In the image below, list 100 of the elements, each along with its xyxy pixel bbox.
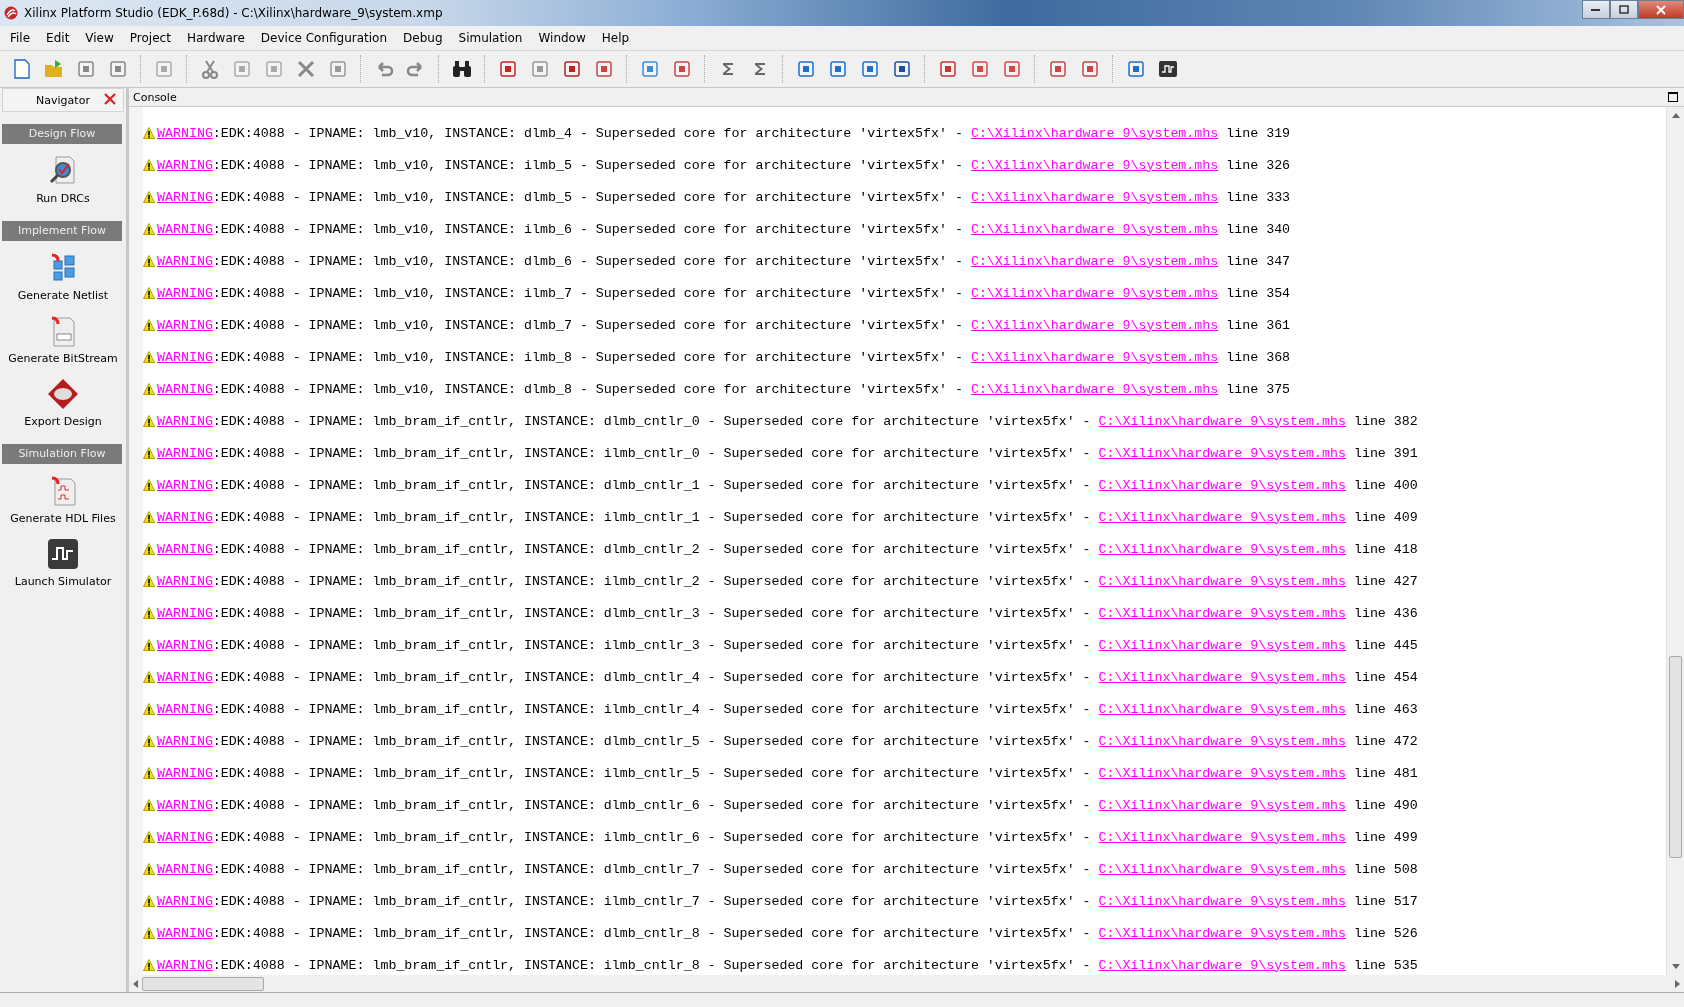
file-link[interactable]: C:\Xilinx\hardware_9\system.mhs [1098, 413, 1346, 429]
scroll-thumb[interactable] [1669, 656, 1682, 858]
warning-link[interactable]: WARNING [157, 317, 213, 333]
maximize-icon [1619, 5, 1629, 14]
warning-link[interactable]: WARNING [157, 669, 213, 685]
warning-link[interactable]: WARNING [157, 477, 213, 493]
file-link[interactable]: C:\Xilinx\hardware_9\system.mhs [1098, 477, 1346, 493]
navigator-item[interactable]: Run DRCs [0, 154, 126, 205]
warning-link[interactable]: WARNING [157, 125, 213, 141]
right-arrow-icon[interactable] [1675, 979, 1680, 988]
menu-item[interactable]: Debug [395, 31, 451, 45]
file-link[interactable]: C:\Xilinx\hardware_9\system.mhs [1098, 829, 1346, 845]
warning-link[interactable]: WARNING [157, 957, 213, 973]
warning-link[interactable]: WARNING [157, 509, 213, 525]
vertical-scrollbar[interactable] [1666, 107, 1684, 975]
menu-item[interactable]: Help [593, 31, 638, 45]
open-folder-icon [43, 58, 65, 80]
file-link[interactable]: C:\Xilinx\hardware_9\system.mhs [970, 381, 1219, 397]
warning-link[interactable]: WARNING [157, 445, 213, 461]
file-link[interactable]: C:\Xilinx\hardware_9\system.mhs [1098, 957, 1346, 973]
menu-item[interactable]: File [2, 31, 39, 45]
warning-link[interactable]: WARNING [157, 381, 213, 397]
file-link[interactable]: C:\Xilinx\hardware_9\system.mhs [1098, 797, 1346, 813]
file-link[interactable]: C:\Xilinx\hardware_9\system.mhs [1098, 861, 1346, 877]
file-link[interactable]: C:\Xilinx\hardware_9\system.mhs [970, 157, 1219, 173]
warning-icon [143, 383, 155, 395]
warning-link[interactable]: WARNING [157, 765, 213, 781]
console-message: WARNING:EDK:4088 - IPNAME: lmb_bram_if_cntlr, INSTANCE: dlmb_cntlr_0 - Superseded core for architecture 'virtex5fx' - C:\Xilinx\hardware_9\system.mhs line 382 [157, 413, 1418, 429]
file-link[interactable]: C:\Xilinx\hardware_9\system.mhs [970, 285, 1219, 301]
warning-link[interactable]: WARNING [157, 733, 213, 749]
file-link[interactable]: C:\Xilinx\hardware_9\system.mhs [970, 349, 1219, 365]
warning-link[interactable]: WARNING [157, 413, 213, 429]
warning-link[interactable]: WARNING [157, 797, 213, 813]
maximize-button[interactable] [1668, 92, 1678, 102]
file-link[interactable]: C:\Xilinx\hardware_9\system.mhs [1098, 445, 1346, 461]
file-link[interactable]: C:\Xilinx\hardware_9\system.mhs [1098, 509, 1346, 525]
file-link[interactable]: C:\Xilinx\hardware_9\system.mhs [1098, 701, 1346, 717]
file-link[interactable]: C:\Xilinx\hardware_9\system.mhs [1098, 925, 1346, 941]
menu-item[interactable]: Project [121, 31, 179, 45]
up-arrow-icon[interactable] [1671, 113, 1680, 118]
file-link[interactable]: C:\Xilinx\hardware_9\system.mhs [1098, 605, 1346, 621]
console-message: WARNING:EDK:4088 - IPNAME: lmb_v10, INSTANCE: ilmb_8 - Superseded core for architecture 'virtex5fx' - C:\Xilinx\hardware_9\system.mhs line 368 [157, 349, 1291, 365]
navigator-item[interactable]: Launch Simulator [0, 537, 126, 588]
console-message: WARNING:EDK:4088 - IPNAME: lmb_v10, INSTANCE: dlmb_8 - Superseded core for architecture 'virtex5fx' - C:\Xilinx\hardware_9\system.mhs line 375 [157, 381, 1291, 397]
console-message: WARNING:EDK:4088 - IPNAME: lmb_bram_if_cntlr, INSTANCE: dlmb_cntlr_8 - Superseded core for architecture 'virtex5fx' - C:\Xilinx\hardware_9\system.mhs line 526 [157, 925, 1418, 941]
file-link[interactable]: C:\Xilinx\hardware_9\system.mhs [970, 221, 1219, 237]
file-link[interactable]: C:\Xilinx\hardware_9\system.mhs [1098, 669, 1346, 685]
file-link[interactable]: C:\Xilinx\hardware_9\system.mhs [1098, 637, 1346, 653]
left-arrow-icon[interactable] [133, 979, 138, 988]
warning-icon [143, 767, 155, 779]
down-arrow-icon[interactable] [1671, 964, 1680, 969]
menu-item[interactable]: Simulation [450, 31, 531, 45]
warning-icon [143, 351, 155, 363]
warning-link[interactable]: WARNING [157, 253, 213, 269]
warning-link[interactable]: WARNING [157, 349, 213, 365]
navigator-item[interactable]: Generate HDL Files [0, 474, 126, 525]
warning-icon [143, 607, 155, 619]
menu-item[interactable]: View [77, 31, 122, 45]
warning-link[interactable]: WARNING [157, 221, 213, 237]
warning-link[interactable]: WARNING [157, 157, 213, 173]
file-link[interactable]: C:\Xilinx\hardware_9\system.mhs [1098, 573, 1346, 589]
warning-icon [143, 255, 155, 267]
warning-link[interactable]: WARNING [157, 925, 213, 941]
menu-item[interactable]: Window [530, 31, 594, 45]
menu-item[interactable]: Device Configuration [252, 31, 396, 45]
scroll-thumb[interactable] [142, 976, 264, 991]
warning-link[interactable]: WARNING [157, 861, 213, 877]
warning-link[interactable]: WARNING [157, 637, 213, 653]
warning-link[interactable]: WARNING [157, 605, 213, 621]
file-link[interactable]: C:\Xilinx\hardware_9\system.mhs [1098, 733, 1346, 749]
warning-link[interactable]: WARNING [157, 701, 213, 717]
warning-link[interactable]: WARNING [157, 829, 213, 845]
warning-icon [143, 927, 155, 939]
file-link[interactable]: C:\Xilinx\hardware_9\system.mhs [970, 125, 1219, 141]
warning-link[interactable]: WARNING [157, 285, 213, 301]
console-message: WARNING:EDK:4088 - IPNAME: lmb_bram_if_cntlr, INSTANCE: ilmb_cntlr_0 - Superseded core for architecture 'virtex5fx' - C:\Xilinx\hardware_9\system.mhs line 391 [157, 445, 1418, 461]
warning-link[interactable]: WARNING [157, 573, 213, 589]
console-message: WARNING:EDK:4088 - IPNAME: lmb_bram_if_cntlr, INSTANCE: ilmb_cntlr_3 - Superseded core for architecture 'virtex5fx' - C:\Xilinx\hardware_9\system.mhs line 445 [157, 637, 1418, 653]
menu-item[interactable]: Hardware [178, 31, 253, 45]
close-button[interactable] [1638, 0, 1684, 19]
warning-link[interactable]: WARNING [157, 541, 213, 557]
console-message: WARNING:EDK:4088 - IPNAME: lmb_v10, INSTANCE: ilmb_6 - Superseded core for architecture 'virtex5fx' - C:\Xilinx\hardware_9\system.mhs line 340 [157, 221, 1291, 237]
navigator-item[interactable]: Export Design [0, 377, 126, 428]
file-link[interactable]: C:\Xilinx\hardware_9\system.mhs [970, 317, 1219, 333]
warning-link[interactable]: WARNING [157, 189, 213, 205]
menu-item[interactable]: Edit [38, 31, 78, 45]
file-link[interactable]: C:\Xilinx\hardware_9\system.mhs [970, 189, 1219, 205]
file-link[interactable]: C:\Xilinx\hardware_9\system.mhs [1098, 893, 1346, 909]
navigator-item[interactable]: Generate Netlist [0, 251, 126, 302]
file-link[interactable]: C:\Xilinx\hardware_9\system.mhs [1098, 541, 1346, 557]
file-link[interactable]: C:\Xilinx\hardware_9\system.mhs [970, 253, 1219, 269]
minimize-button[interactable] [1582, 0, 1610, 19]
console-message: WARNING:EDK:4088 - IPNAME: lmb_bram_if_cntlr, INSTANCE: ilmb_cntlr_8 - Superseded core for architecture 'virtex5fx' - C:\Xilinx\hardware_9\system.mhs line 535 [157, 957, 1418, 973]
warning-icon [143, 223, 155, 235]
warning-icon [143, 831, 155, 843]
navigator-item[interactable]: Generate BitStream [0, 314, 126, 365]
warning-link[interactable]: WARNING [157, 893, 213, 909]
file-link[interactable]: C:\Xilinx\hardware_9\system.mhs [1098, 765, 1346, 781]
close-button[interactable] [103, 92, 117, 106]
window-title: Xilinx Platform Studio (EDK_P.68d) - C:\Xilinx\hardware_9\system.xmp [24, 6, 443, 20]
